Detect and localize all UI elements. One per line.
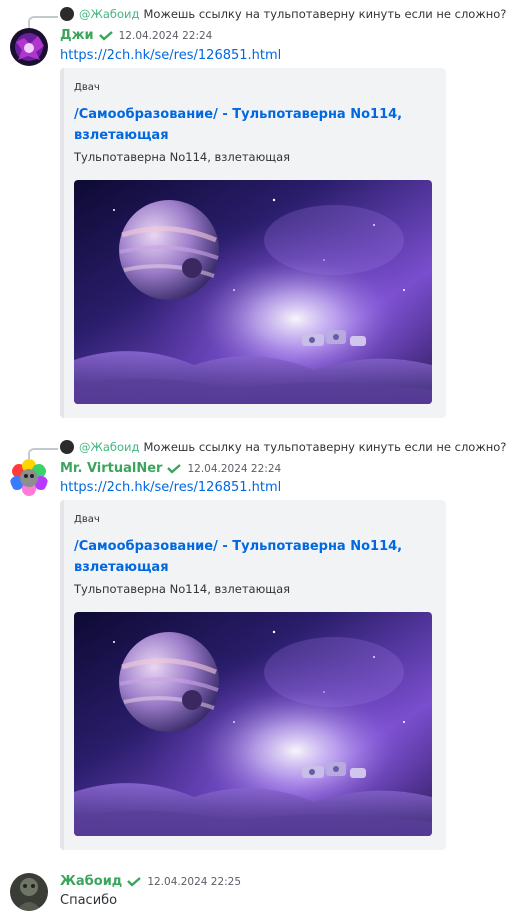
reply-avatar xyxy=(60,7,74,21)
embed-image[interactable] xyxy=(74,612,432,836)
checkmark-badge-icon xyxy=(127,876,142,887)
reply-text: Можешь ссылку на тульпотаверну кинуть ес… xyxy=(143,7,507,21)
embed-image[interactable] xyxy=(74,180,432,404)
message-header: Джи 12.04.2024 22:24 xyxy=(60,28,212,43)
embed-provider: Двач xyxy=(74,514,100,525)
message-text: Спасибо xyxy=(60,893,118,908)
embed-description: Тульпотаверна No114, взлетающая xyxy=(74,582,291,596)
message-link[interactable]: https://2ch.hk/se/res/126851.html xyxy=(60,480,281,495)
reply-avatar xyxy=(60,440,74,454)
checkmark-badge-icon xyxy=(167,463,182,474)
embed-provider: Двач xyxy=(74,82,100,93)
reply-preview[interactable]: @Жабоид Можешь ссылку на тульпотаверну к… xyxy=(60,6,506,22)
username[interactable]: Mr. VirtualNer xyxy=(60,461,162,476)
reply-spine xyxy=(28,448,58,460)
avatar[interactable] xyxy=(10,873,48,911)
avatar[interactable] xyxy=(10,459,48,497)
reply-mention[interactable]: @Жабоид xyxy=(79,440,140,454)
link-embed: Двач /Самообразование/ - Тульпотаверна N… xyxy=(60,500,446,850)
link-embed: Двач /Самообразование/ - Тульпотаверна N… xyxy=(60,68,446,418)
reply-text: Можешь ссылку на тульпотаверну кинуть ес… xyxy=(143,440,507,454)
username[interactable]: Джи xyxy=(60,28,94,43)
timestamp: 12.04.2024 22:25 xyxy=(147,875,242,888)
username[interactable]: Жабоид xyxy=(60,874,122,889)
avatar[interactable] xyxy=(10,28,48,66)
message-header: Жабоид 12.04.2024 22:25 xyxy=(60,874,241,889)
checkmark-badge-icon xyxy=(98,30,113,41)
embed-title[interactable]: /Самообразование/ - Тульпотаверна No114,… xyxy=(74,104,414,146)
embed-description: Тульпотаверна No114, взлетающая xyxy=(74,150,291,164)
timestamp: 12.04.2024 22:24 xyxy=(187,462,282,475)
reply-preview[interactable]: @Жабоид Можешь ссылку на тульпотаверну к… xyxy=(60,439,506,455)
embed-title[interactable]: /Самообразование/ - Тульпотаверна No114,… xyxy=(74,536,414,578)
reply-mention[interactable]: @Жабоид xyxy=(79,7,140,21)
reply-spine xyxy=(28,16,58,28)
message-header: Mr. VirtualNer 12.04.2024 22:24 xyxy=(60,461,281,476)
message-link[interactable]: https://2ch.hk/se/res/126851.html xyxy=(60,48,281,63)
timestamp: 12.04.2024 22:24 xyxy=(118,29,213,42)
